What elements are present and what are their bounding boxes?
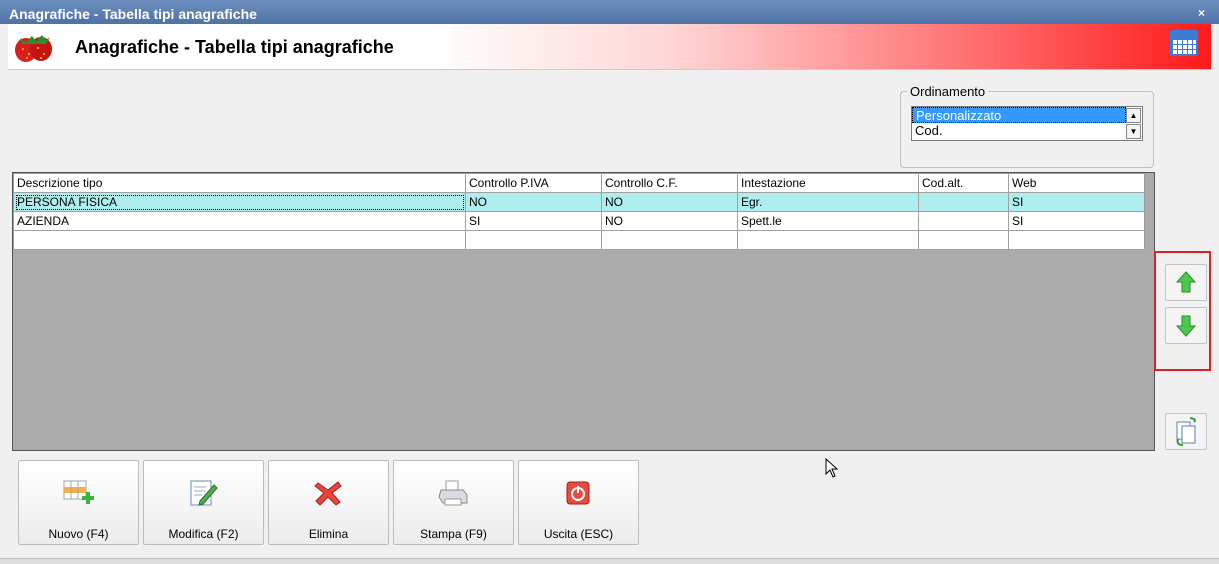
exit-button[interactable]: Uscita (ESC) [518,460,639,545]
printer-icon [438,480,468,506]
status-bar [0,558,1219,564]
edit-button[interactable]: Modifica (F2) [143,460,264,545]
column-header[interactable]: Controllo P.IVA [465,173,602,193]
column-header[interactable]: Descrizione tipo [13,173,466,193]
print-button-label: Stampa (F9) [420,527,487,541]
table-cell[interactable] [601,230,738,250]
mouse-cursor-icon [825,458,839,478]
table-row-new[interactable] [13,230,1145,250]
scroll-up-icon[interactable]: ▲ [1126,108,1141,123]
data-grid[interactable]: Descrizione tipo Controllo P.IVA Control… [12,172,1155,451]
table-cell[interactable]: SI [465,211,602,231]
table-cell[interactable] [918,211,1009,231]
table-cell[interactable]: Spett.le [737,211,919,231]
ordering-group: Ordinamento Personalizzato Cod. ▲ ▼ [900,84,1154,168]
ordering-listbox[interactable]: Personalizzato Cod. ▲ ▼ [911,106,1143,141]
banner-title: Anagrafiche - Tabella tipi anagrafiche [75,37,394,57]
refresh-button[interactable] [1165,413,1207,450]
main-content: Ordinamento Personalizzato Cod. ▲ ▼ Desc… [8,72,1211,560]
arrow-up-icon [1175,271,1197,293]
table-cell[interactable] [737,230,919,250]
table-cell[interactable] [918,230,1009,250]
delete-button-label: Elimina [308,527,349,541]
strawberry-logo [15,35,52,62]
ordering-legend: Ordinamento [907,84,989,99]
refresh-icon [1176,417,1196,446]
scroll-down-icon[interactable]: ▼ [1126,124,1141,139]
arrow-down-icon [1175,315,1197,337]
new-button-label: Nuovo (F4) [48,527,109,541]
print-button[interactable]: Stampa (F9) [393,460,514,545]
delete-x-icon [314,481,342,506]
table-cell[interactable] [465,230,602,250]
table-cell[interactable]: NO [465,192,602,212]
table-cell[interactable]: NO [601,211,738,231]
header-banner: Anagrafiche - Tabella tipi anagrafiche [8,24,1211,70]
close-icon[interactable]: × [1198,6,1205,20]
column-header[interactable]: Web [1008,173,1145,193]
listbox-scrollbar[interactable]: ▲ ▼ [1126,108,1141,139]
table-cell[interactable]: NO [601,192,738,212]
table-cell[interactable] [918,192,1009,212]
exit-button-label: Uscita (ESC) [543,527,614,541]
delete-button[interactable]: Elimina [268,460,389,545]
add-grid-icon [63,480,94,504]
edit-icon [190,480,218,506]
window-title: Anagrafiche - Tabella tipi anagrafiche [9,6,257,22]
edit-button-label: Modifica (F2) [168,527,239,541]
table-row[interactable]: AZIENDA SI NO Spett.le SI [13,211,1145,231]
column-header[interactable]: Cod.alt. [918,173,1009,193]
table-cell[interactable]: PERSONA FISICA [13,192,466,212]
table-cell[interactable]: AZIENDA [13,211,466,231]
table-row[interactable]: PERSONA FISICA NO NO Egr. SI [13,192,1145,212]
table-cell[interactable] [1008,230,1145,250]
column-header[interactable]: Intestazione [737,173,919,193]
ordering-option[interactable]: Cod. [912,123,1126,139]
types-table: Descrizione tipo Controllo P.IVA Control… [13,173,1145,250]
table-cell[interactable]: SI [1008,192,1145,212]
calendar-icon[interactable] [1170,30,1198,56]
table-cell[interactable] [13,230,466,250]
column-header[interactable]: Controllo C.F. [601,173,738,193]
table-cell[interactable]: SI [1008,211,1145,231]
table-cell[interactable]: Egr. [737,192,919,212]
window-titlebar: Anagrafiche - Tabella tipi anagrafiche × [0,0,1219,24]
move-up-button[interactable] [1165,264,1207,301]
move-down-button[interactable] [1165,307,1207,344]
ordering-option-selected[interactable]: Personalizzato [912,107,1126,123]
power-icon [566,481,590,505]
table-header-row: Descrizione tipo Controllo P.IVA Control… [13,173,1145,193]
new-button[interactable]: Nuovo (F4) [18,460,139,545]
